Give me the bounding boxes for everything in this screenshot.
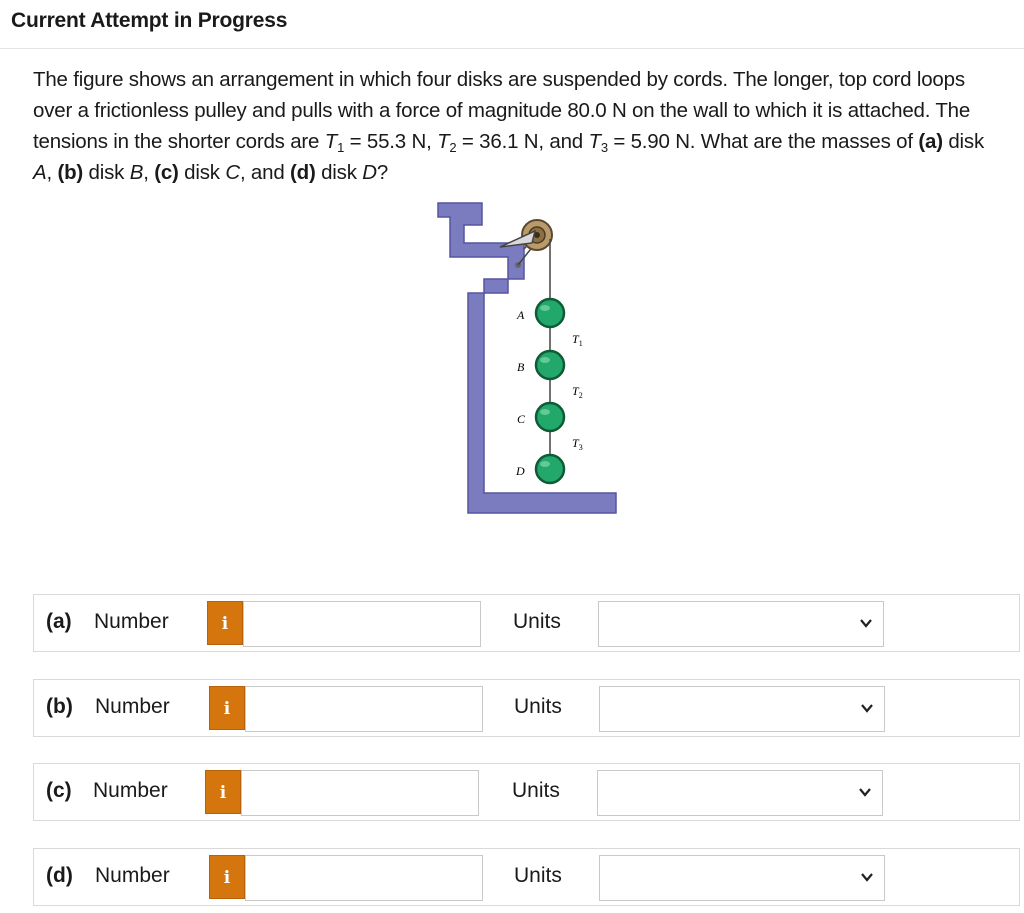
tension-symbol: T — [437, 130, 450, 153]
answer-row-c: (c) Number i Units — [33, 763, 1020, 821]
separator: , and — [239, 161, 291, 184]
page-header: Current Attempt in Progress — [0, 0, 1024, 49]
part-label: (a) — [918, 130, 943, 153]
page-title: Current Attempt in Progress — [11, 9, 288, 32]
disk-label-c: C — [517, 412, 526, 426]
part-text: disk — [83, 161, 130, 184]
row-label: (b) — [46, 695, 73, 718]
tension-symbol: T — [588, 130, 601, 153]
number-label: Number — [95, 695, 170, 718]
disk-name: C — [225, 161, 240, 184]
tension-value: = 55.3 N, — [344, 130, 438, 153]
units-label: Units — [514, 695, 562, 718]
number-input[interactable] — [245, 855, 483, 901]
units-label: Units — [512, 779, 560, 802]
disk-label-d: D — [515, 464, 525, 478]
chevron-down-icon — [860, 619, 872, 628]
info-button[interactable]: i — [207, 601, 243, 645]
disk-b — [534, 349, 566, 381]
info-button[interactable]: i — [209, 686, 245, 730]
number-label: Number — [94, 610, 169, 633]
disk-pulley-figure: A B C D T1 T2 T3 — [437, 202, 617, 514]
separator: , — [143, 161, 155, 184]
disk-c — [534, 401, 566, 433]
tension-label-t2: T2 — [572, 384, 583, 400]
disk-d — [534, 453, 566, 485]
info-button[interactable]: i — [209, 855, 245, 899]
part-text: disk — [178, 161, 226, 184]
units-select[interactable] — [599, 855, 885, 901]
row-label: (c) — [46, 779, 72, 802]
tension-subscript: 3 — [600, 140, 608, 155]
answer-row-d: (d) Number i Units — [33, 848, 1020, 906]
part-label: (d) — [290, 161, 316, 184]
tension-label-t1: T1 — [572, 332, 583, 348]
question-text: The figure shows an arrangement in which… — [33, 64, 998, 188]
chevron-down-icon — [861, 873, 873, 882]
units-label: Units — [513, 610, 561, 633]
tension-value: = 5.90 N. What are the masses of — [607, 130, 919, 153]
number-input[interactable] — [245, 686, 483, 732]
number-input[interactable] — [241, 770, 479, 816]
number-label: Number — [93, 779, 168, 802]
disk-name: B — [129, 161, 144, 184]
wall-bracket — [437, 202, 617, 514]
part-text: disk — [315, 161, 363, 184]
units-select[interactable] — [597, 770, 883, 816]
row-label: (a) — [46, 610, 72, 633]
part-label: (c) — [154, 161, 179, 184]
info-button[interactable]: i — [205, 770, 241, 814]
tension-value: = 36.1 N, and — [456, 130, 589, 153]
units-select[interactable] — [599, 686, 885, 732]
tension-symbol: T — [324, 130, 338, 153]
disk-name: A — [33, 161, 47, 184]
chevron-down-icon — [861, 704, 873, 713]
row-label: (d) — [46, 864, 73, 887]
part-text: disk — [942, 130, 984, 153]
chevron-down-icon — [859, 788, 871, 797]
units-label: Units — [514, 864, 562, 887]
part-label: (b) — [57, 161, 84, 184]
disk-label-a: A — [516, 308, 525, 322]
question-end: ? — [376, 161, 389, 184]
number-input[interactable] — [243, 601, 481, 647]
answer-row-b: (b) Number i Units — [33, 679, 1020, 737]
number-label: Number — [95, 864, 170, 887]
disk-name: D — [362, 161, 377, 184]
disk-a — [534, 297, 566, 329]
units-select[interactable] — [598, 601, 884, 647]
disk-label-b: B — [517, 360, 525, 374]
tension-label-t3: T3 — [572, 436, 583, 452]
separator: , — [46, 161, 58, 184]
answer-row-a: (a) Number i Units — [33, 594, 1020, 652]
